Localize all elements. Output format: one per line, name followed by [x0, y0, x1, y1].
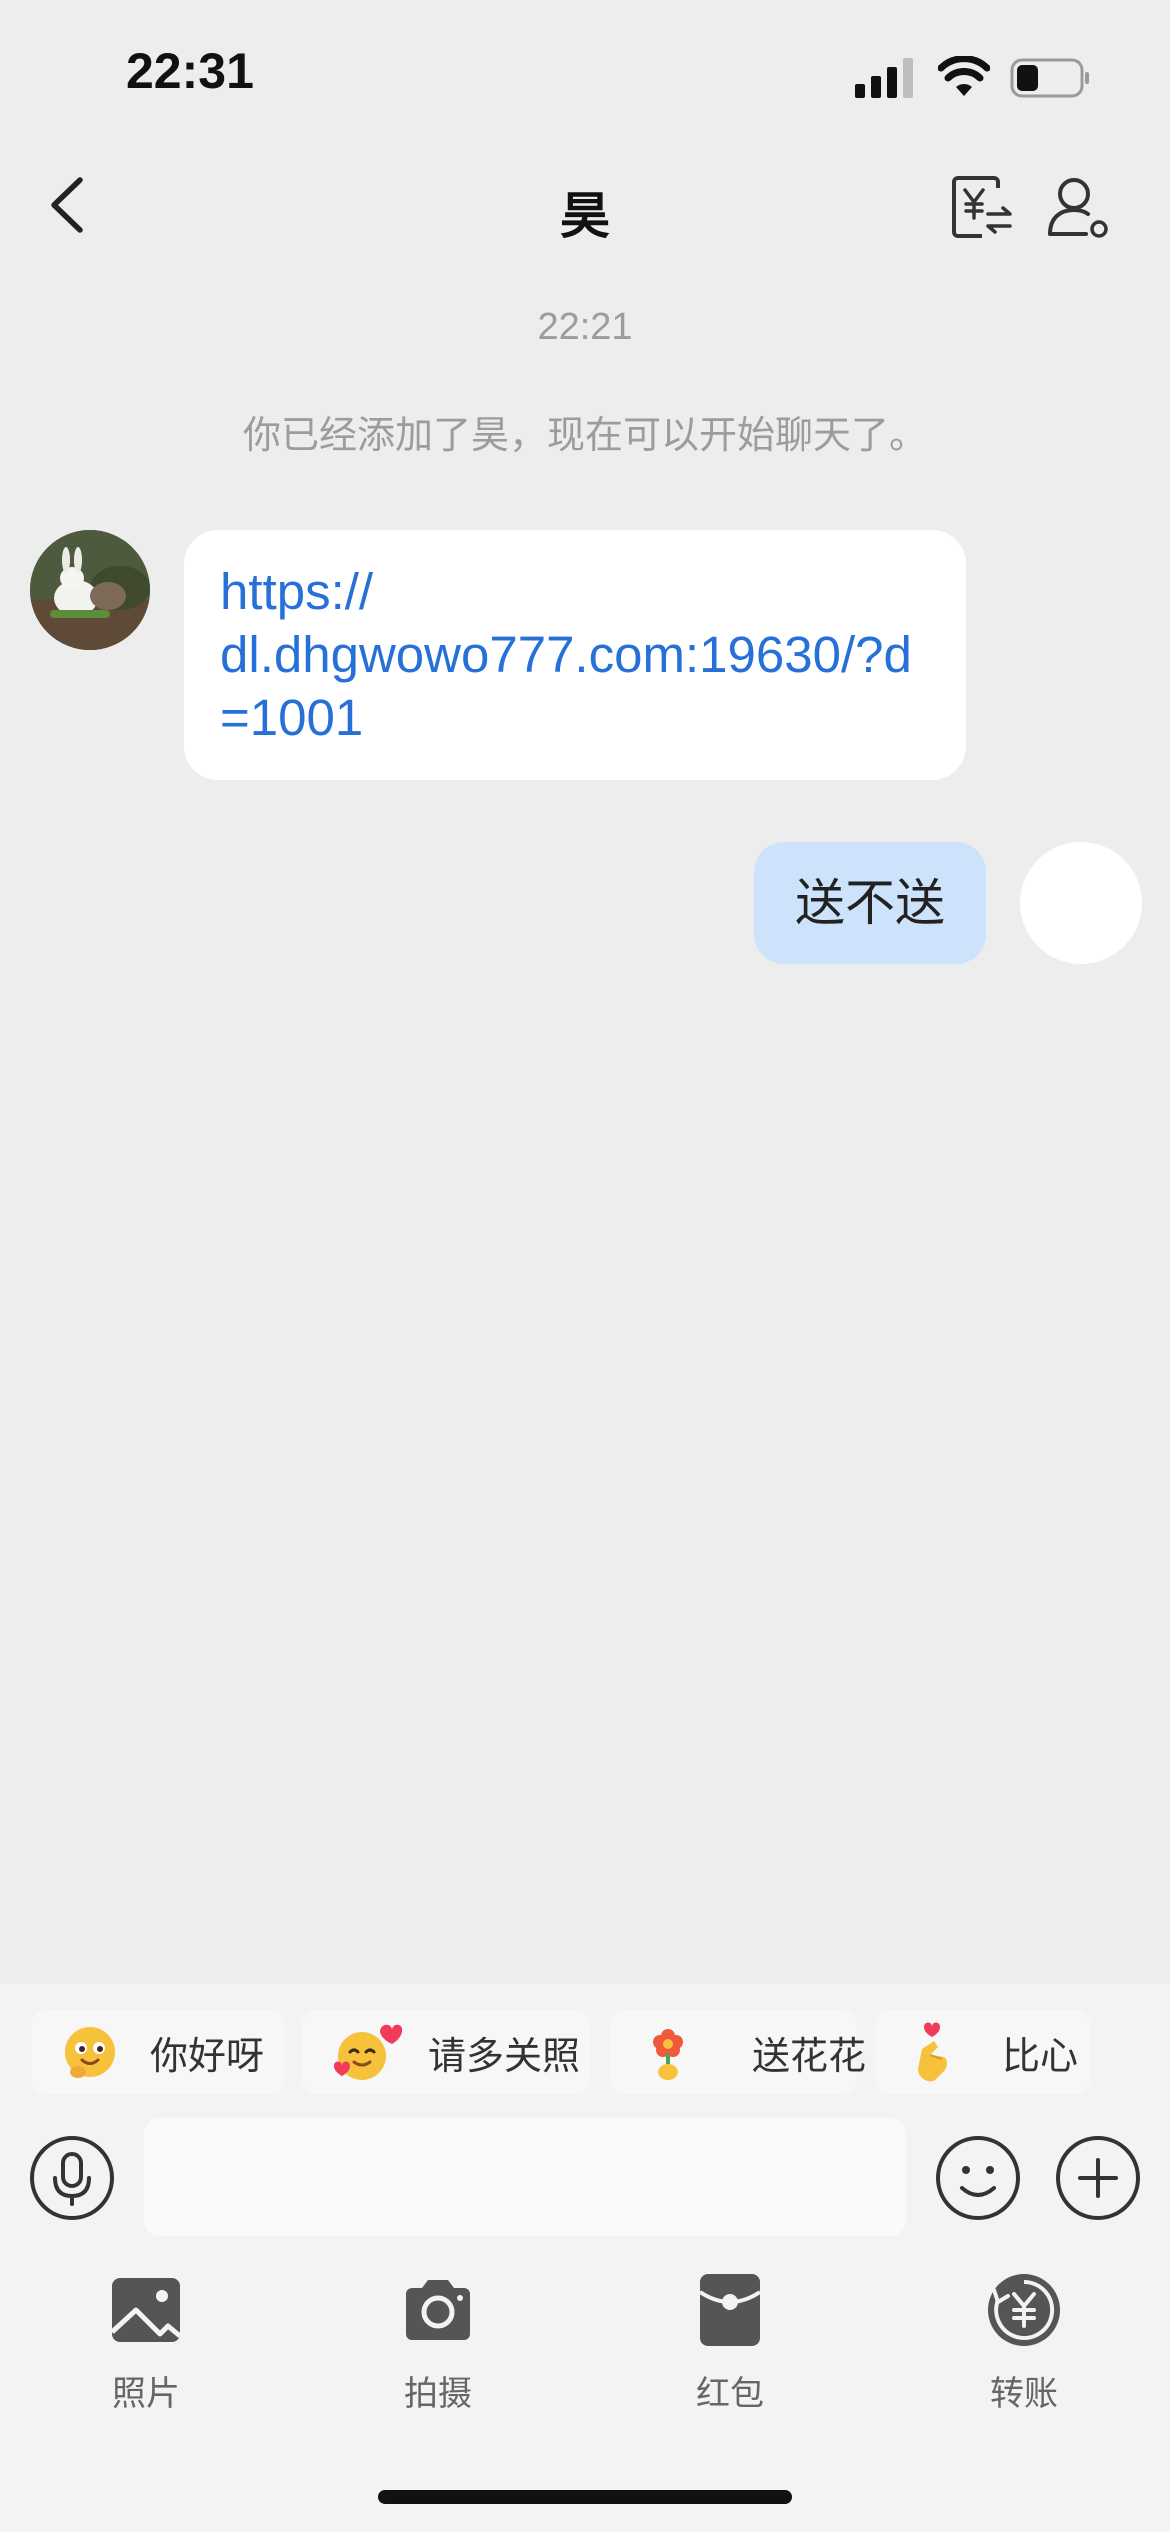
- message-timestamp: 22:21: [537, 306, 633, 348]
- more-options-button[interactable]: [1054, 2134, 1142, 2222]
- flower-emoji-icon: [653, 2029, 683, 2080]
- smiling-face-emoji-icon: [65, 2027, 115, 2078]
- camera-button[interactable]: 拍摄: [358, 2272, 518, 2415]
- red-packet-button[interactable]: 红包: [650, 2272, 810, 2415]
- contact-avatar[interactable]: [30, 530, 150, 650]
- my-avatar[interactable]: [1020, 842, 1142, 964]
- battery-icon: [1010, 58, 1089, 98]
- voice-input-button[interactable]: [28, 2134, 116, 2222]
- wifi-icon: [938, 56, 990, 96]
- system-message: 你已经添加了昊，现在可以开始聊天了。: [242, 413, 927, 457]
- message-link[interactable]: https:// dl.dhgwowo777.com:19630/?d=1001: [220, 560, 930, 749]
- emoji-button[interactable]: [934, 2134, 1022, 2222]
- transfer-shortcut-button[interactable]: [950, 174, 1016, 240]
- red-packet-icon: [698, 2274, 762, 2346]
- transfer-button[interactable]: 转账: [944, 2272, 1104, 2415]
- tool-label: 红包: [696, 2374, 764, 2414]
- status-time: 22:31: [126, 43, 254, 99]
- photo-button[interactable]: 照片: [66, 2272, 226, 2415]
- camera-icon: [406, 2280, 470, 2340]
- finger-heart-emoji-icon: [918, 2022, 947, 2082]
- quick-reply-label: 送花花: [752, 2033, 867, 2078]
- tool-label: 照片: [112, 2374, 180, 2414]
- home-indicator[interactable]: [378, 2490, 792, 2504]
- quick-reply-please-take-care[interactable]: 请多关照: [302, 2010, 590, 2094]
- message-input[interactable]: [144, 2118, 906, 2236]
- chat-profile-button[interactable]: [1046, 174, 1112, 240]
- quick-reply-label: 你好呀: [150, 2033, 265, 2078]
- photo-icon: [110, 2278, 182, 2342]
- incoming-message-bubble[interactable]: https:// dl.dhgwowo777.com:19630/?d=1001: [184, 530, 966, 780]
- rabbit-photo: [30, 530, 150, 650]
- quick-reply-label: 请多关照: [428, 2033, 581, 2078]
- quick-reply-send-flower[interactable]: 送花花: [610, 2010, 866, 2094]
- quick-reply-hello[interactable]: 你好呀: [32, 2010, 284, 2094]
- transfer-icon: [988, 2274, 1060, 2346]
- hugging-face-heart-emoji-icon: [334, 2024, 402, 2080]
- cellular-signal-icon: [855, 58, 913, 98]
- outgoing-message-bubble[interactable]: 送不送: [754, 842, 986, 964]
- tool-label: 转账: [990, 2374, 1058, 2414]
- quick-reply-finger-heart[interactable]: 比心: [876, 2010, 1090, 2094]
- tool-label: 拍摄: [404, 2374, 472, 2414]
- quick-reply-label: 比心: [1002, 2033, 1079, 2078]
